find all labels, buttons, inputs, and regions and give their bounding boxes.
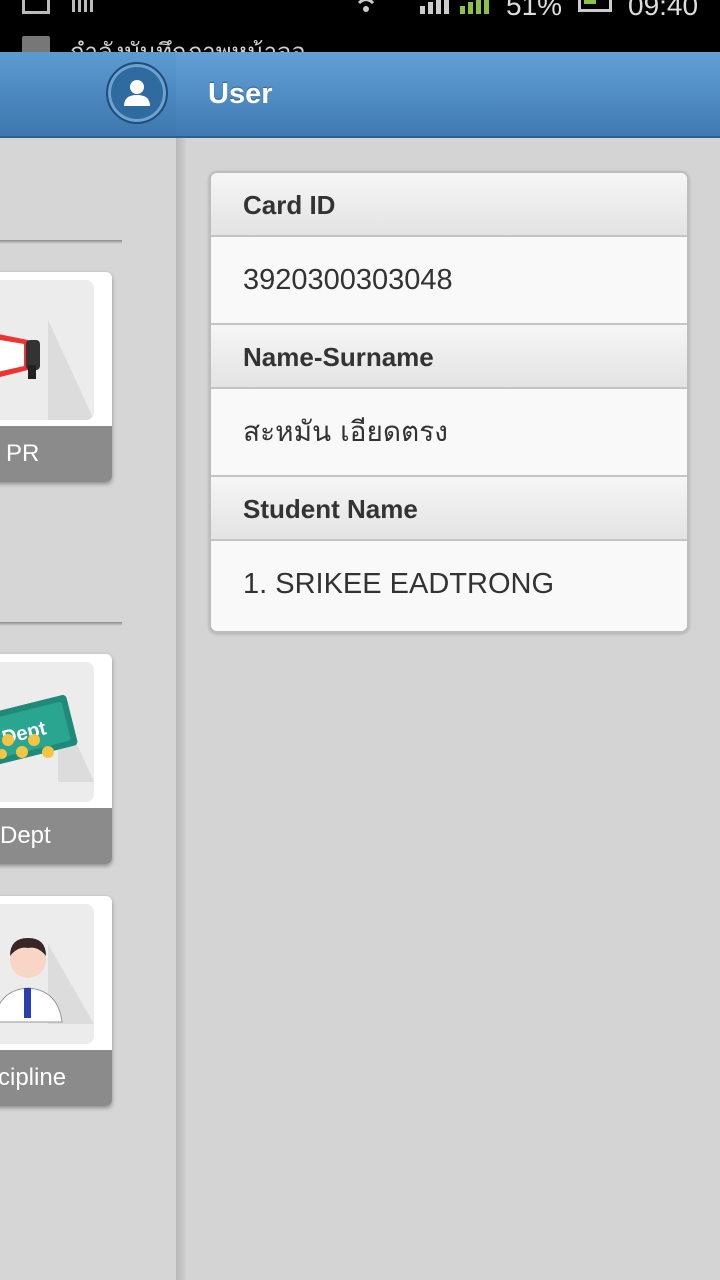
clock: 09:40 <box>628 0 699 21</box>
barcode-icon <box>72 0 96 12</box>
app-header: User <box>176 52 720 138</box>
card-id-value: 3920300303048 <box>211 237 687 325</box>
divider <box>0 622 122 626</box>
notification-text: กำลังบันทึกภาพหน้าจอ <box>70 38 306 52</box>
screenshot-icon <box>22 0 50 14</box>
student-name-value: 1. SRIKEE EADTRONG <box>211 541 687 629</box>
card-id-label: Card ID <box>211 173 687 237</box>
user-avatar-icon[interactable] <box>106 62 168 124</box>
menu-tile-dept[interactable]: Dept Dept <box>0 654 112 864</box>
status-bar: กำลังบันทึกภาพหน้าจอ 51% 09:40 <box>0 0 720 52</box>
wifi-icon <box>357 0 375 12</box>
drawer-edge-shadow <box>176 136 186 1280</box>
money-dept-icon: Dept <box>0 662 94 802</box>
person-icon <box>124 80 150 106</box>
student-icon <box>0 904 94 1044</box>
divider <box>0 240 122 244</box>
page-title: User <box>208 78 273 110</box>
user-info-card: Card ID 3920300303048 Name-Surname สะหมั… <box>209 171 689 633</box>
menu-label-dept: Dept <box>0 808 112 864</box>
drawer-header <box>0 52 176 138</box>
signal-2-icon <box>460 0 489 14</box>
battery-icon <box>578 0 612 12</box>
menu-tile-pr[interactable]: PR <box>0 272 112 482</box>
navigation-drawer: PR Dept Dept cipline <box>0 52 176 1280</box>
menu-label-pr: PR <box>0 426 112 482</box>
student-name-label: Student Name <box>211 477 687 541</box>
menu-tile-discipline[interactable]: scipline <box>0 896 112 1106</box>
menu-label-discipline: scipline <box>0 1050 112 1106</box>
name-surname-label: Name-Surname <box>211 325 687 389</box>
battery-percent: 51% <box>506 0 563 21</box>
name-surname-value: สะหมัน เอียดตรง <box>211 389 687 477</box>
signal-icon <box>420 0 449 14</box>
image-notification-icon <box>22 36 50 52</box>
megaphone-icon <box>0 280 94 420</box>
